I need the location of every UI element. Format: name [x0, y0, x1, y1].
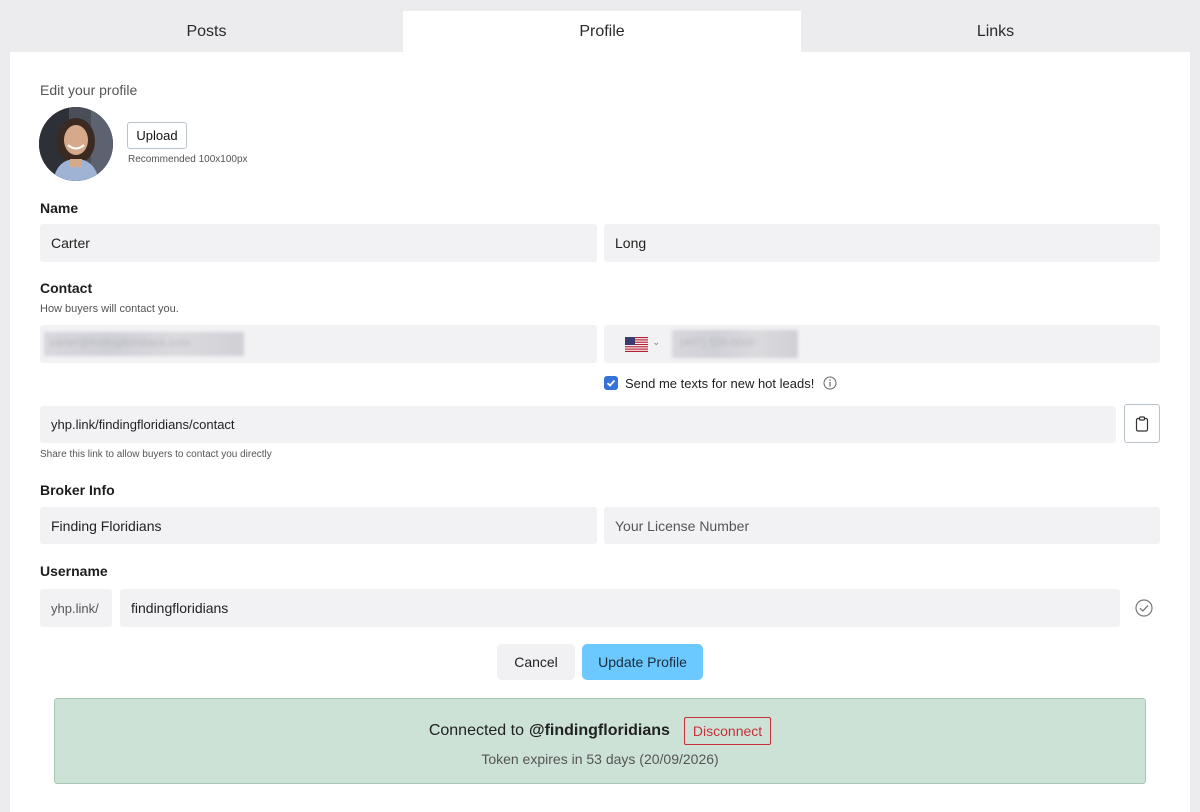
profile-panel: Edit your profile Upload Recommended 100… — [10, 52, 1190, 812]
phone-value: (407) 555-0000 — [680, 337, 756, 349]
username-label: Username — [40, 563, 108, 579]
license-number-input[interactable]: Your License Number — [604, 507, 1160, 544]
connected-to-text: Connected to — [428, 722, 524, 739]
connection-status-box: Connected to @findingfloridians Disconne… — [54, 698, 1146, 784]
connected-handle: @findingfloridians — [529, 722, 670, 739]
us-flag-icon[interactable] — [625, 337, 648, 352]
copy-link-button[interactable] — [1124, 404, 1160, 443]
contact-link-input[interactable]: yhp.link/findingfloridians/contact — [40, 406, 1116, 443]
clipboard-icon — [1135, 415, 1149, 432]
tab-profile[interactable]: Profile — [403, 11, 801, 52]
chevron-down-icon[interactable]: ⌄ — [652, 337, 660, 348]
update-profile-button[interactable]: Update Profile — [582, 644, 703, 680]
phone-field[interactable]: ⌄ (407) 555-0000 — [604, 325, 1160, 363]
edit-profile-title: Edit your profile — [40, 82, 138, 98]
avatar — [39, 107, 113, 181]
username-prefix: yhp.link/ — [40, 589, 112, 627]
sms-optin-label: Send me texts for new hot leads! — [625, 376, 815, 391]
phone-value-redacted: (407) 555-0000 — [672, 330, 798, 358]
connection-line: Connected to @findingfloridians Disconne… — [55, 717, 1145, 745]
avatar-photo — [39, 107, 113, 181]
disconnect-button[interactable]: Disconnect — [683, 717, 772, 745]
upload-button[interactable]: Upload — [127, 122, 187, 149]
email-value-redacted: carter@findingfloridians.com — [44, 332, 244, 356]
contact-sublabel: How buyers will contact you. — [40, 303, 179, 315]
tab-links[interactable]: Links — [801, 11, 1190, 52]
last-name-input[interactable]: Long — [604, 224, 1160, 262]
broker-name-input[interactable]: Finding Floridians — [40, 507, 597, 544]
username-input[interactable]: findingfloridians — [120, 589, 1120, 627]
check-circle-icon — [1135, 599, 1153, 617]
upload-hint: Recommended 100x100px — [128, 154, 248, 165]
info-icon[interactable] — [823, 376, 837, 390]
sms-optin-checkbox[interactable] — [604, 376, 618, 390]
tab-posts[interactable]: Posts — [10, 11, 403, 52]
email-value: carter@findingfloridians.com — [50, 337, 190, 349]
check-icon — [606, 379, 616, 387]
token-expiry-text: Token expires in 53 days (20/09/2026) — [481, 751, 719, 767]
name-label: Name — [40, 200, 79, 216]
email-field[interactable]: carter@findingfloridians.com — [40, 325, 597, 363]
tab-bar: Posts Profile Links — [10, 11, 1190, 52]
cancel-button[interactable]: Cancel — [497, 644, 575, 680]
broker-info-label: Broker Info — [40, 482, 115, 498]
contact-link-hint: Share this link to allow buyers to conta… — [40, 449, 272, 460]
first-name-input[interactable]: Carter — [40, 224, 597, 262]
contact-label: Contact — [40, 280, 93, 296]
